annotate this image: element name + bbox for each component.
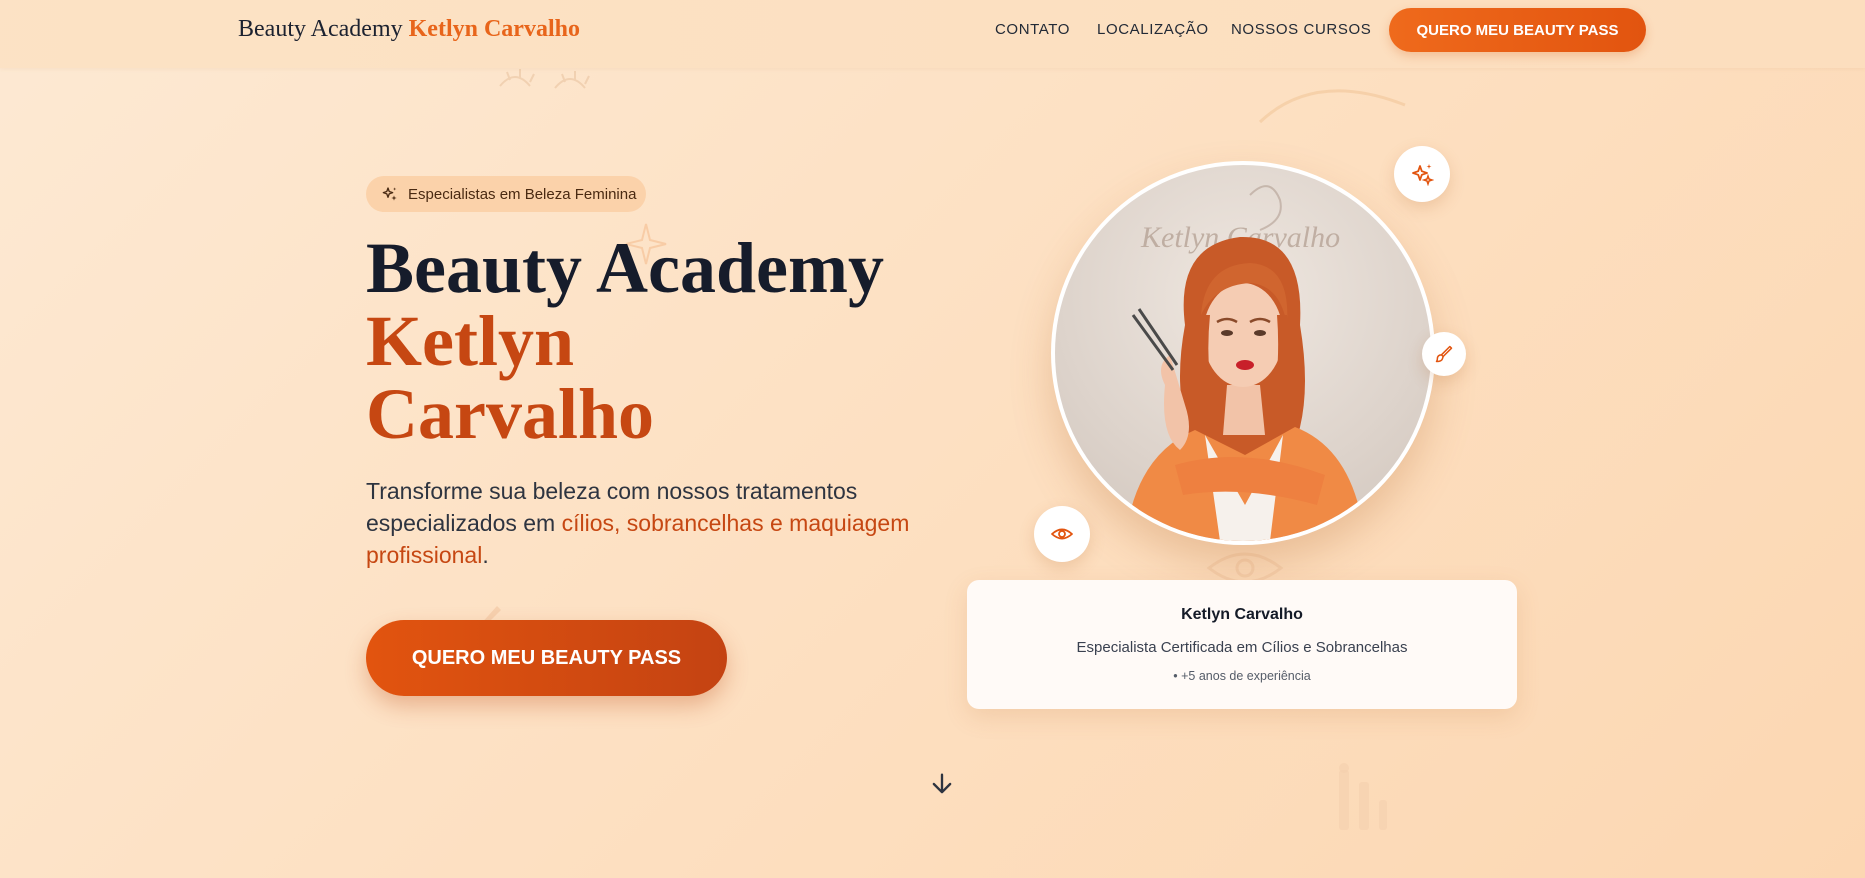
- hero-title: Beauty Academy Ketlyn Carvalho: [366, 232, 884, 451]
- hero-title-line-2: Ketlyn: [366, 301, 574, 381]
- profile-name: Ketlyn Carvalho: [1181, 606, 1303, 623]
- arrow-down-icon[interactable]: [928, 770, 956, 798]
- floating-brush-button: [1422, 332, 1466, 376]
- profile-role: Especialista Certificada em Cílios e Sob…: [1076, 639, 1408, 656]
- nav-link-contato[interactable]: CONTATO: [995, 21, 1070, 38]
- hero-title-line-1: Beauty Academy: [366, 228, 884, 308]
- hero-subtitle-end: .: [482, 542, 489, 568]
- header-beauty-pass-button[interactable]: QUERO MEU BEAUTY PASS: [1389, 8, 1646, 52]
- site-logo[interactable]: Beauty Academy Ketlyn Carvalho: [238, 16, 580, 43]
- floating-eye-button: [1034, 506, 1090, 562]
- logo-accent-text: Ketlyn Carvalho: [408, 16, 580, 42]
- logo-main-text: Beauty Academy: [238, 16, 403, 42]
- hero-title-line-3: Carvalho: [366, 374, 654, 454]
- profile-experience: • +5 anos de experiência: [1173, 669, 1311, 683]
- profile-photo: Ketlyn Carvalho: [1055, 165, 1431, 541]
- nav-link-localizacao[interactable]: LOCALIZAÇÃO: [1097, 21, 1209, 38]
- sparkles-icon: [1412, 164, 1434, 186]
- sparkles-icon: [382, 187, 397, 201]
- specialists-badge: Especialistas em Beleza Feminina: [366, 176, 646, 212]
- badge-label: Especialistas em Beleza Feminina: [408, 185, 637, 203]
- decorative-arc: [1258, 89, 1406, 124]
- decorative-bottles: [1339, 763, 1387, 830]
- brush-icon: [1435, 345, 1453, 363]
- profile-illustration: Ketlyn Carvalho: [1125, 185, 1365, 541]
- decorative-lashes: [499, 69, 590, 89]
- hero-beauty-pass-button[interactable]: QUERO MEU BEAUTY PASS: [366, 620, 727, 696]
- top-navigation-bar: Beauty Academy Ketlyn Carvalho CONTATO L…: [0, 0, 1865, 68]
- profile-info-card: Ketlyn Carvalho Especialista Certificada…: [967, 580, 1517, 709]
- eye-icon: [1051, 528, 1073, 540]
- hero-subtitle: Transforme sua beleza com nossos tratame…: [366, 475, 926, 571]
- profile-photo-frame: Ketlyn Carvalho: [1051, 161, 1435, 545]
- floating-sparkles-button: [1394, 146, 1450, 202]
- nav-link-nossos-cursos[interactable]: NOSSOS CURSOS: [1231, 21, 1371, 38]
